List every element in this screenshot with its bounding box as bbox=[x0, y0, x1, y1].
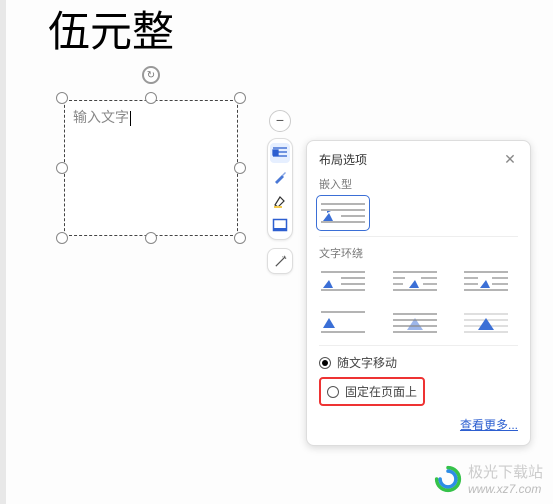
textbox[interactable]: 输入文字 bbox=[64, 100, 238, 236]
highlight-annotation: 固定在页面上 bbox=[319, 377, 425, 406]
watermark: 极光下载站 www.xz7.com bbox=[434, 461, 543, 496]
section-wrap-label: 文字环绕 bbox=[319, 245, 518, 261]
textbox-placeholder: 输入文字 bbox=[73, 107, 131, 127]
watermark-text-cn: 极光下载站 bbox=[468, 461, 543, 482]
resize-handle-tr[interactable] bbox=[234, 92, 246, 104]
behind-text-wrap-option[interactable] bbox=[391, 307, 439, 337]
rotation-handle-icon[interactable]: ↻ bbox=[142, 66, 160, 84]
text-cursor bbox=[130, 111, 131, 126]
collapse-button[interactable]: − bbox=[269, 110, 291, 132]
layout-options-panel: 布局选项 ✕ 嵌入型 文字环绕 bbox=[306, 140, 531, 446]
section-inline-label: 嵌入型 bbox=[319, 176, 518, 192]
divider bbox=[319, 345, 518, 346]
resize-handle-mr[interactable] bbox=[234, 162, 246, 174]
radio-unchecked-icon bbox=[327, 386, 339, 398]
brush-icon[interactable] bbox=[270, 167, 290, 187]
magic-icon[interactable] bbox=[267, 248, 293, 274]
wrap-options-grid bbox=[319, 267, 518, 337]
frame-icon[interactable] bbox=[270, 215, 290, 235]
resize-handle-br[interactable] bbox=[234, 232, 246, 244]
square-wrap-option[interactable] bbox=[319, 267, 367, 297]
layout-options-icon[interactable] bbox=[270, 143, 290, 163]
tool-group bbox=[267, 138, 293, 240]
tight-wrap-option[interactable] bbox=[391, 267, 439, 297]
resize-handle-tm[interactable] bbox=[145, 92, 157, 104]
see-more-row: 查看更多... bbox=[319, 416, 518, 433]
radio-checked-icon bbox=[319, 357, 331, 369]
panel-title: 布局选项 bbox=[319, 151, 367, 168]
divider bbox=[319, 236, 518, 237]
through-wrap-option[interactable] bbox=[462, 267, 510, 297]
resize-handle-tl[interactable] bbox=[56, 92, 68, 104]
resize-handle-bm[interactable] bbox=[145, 232, 157, 244]
floating-toolbar: − bbox=[266, 110, 294, 274]
radio-move-with-text[interactable]: 随文字移动 bbox=[319, 354, 518, 371]
top-bottom-wrap-option[interactable] bbox=[319, 307, 367, 337]
radio-fixed-on-page[interactable]: 固定在页面上 bbox=[327, 383, 417, 400]
document-title-text: 伍元整 bbox=[48, 0, 174, 59]
in-front-wrap-option[interactable] bbox=[462, 307, 510, 337]
textbox-selection[interactable]: ↻ 输入文字 bbox=[54, 90, 248, 246]
inline-text-option[interactable] bbox=[319, 198, 367, 228]
radio-move-label: 随文字移动 bbox=[337, 354, 397, 371]
highlight-icon[interactable] bbox=[270, 191, 290, 211]
resize-handle-ml[interactable] bbox=[56, 162, 68, 174]
radio-fixed-label: 固定在页面上 bbox=[345, 383, 417, 400]
see-more-link[interactable]: 查看更多... bbox=[460, 418, 518, 432]
close-icon[interactable]: ✕ bbox=[502, 151, 518, 168]
resize-handle-bl[interactable] bbox=[56, 232, 68, 244]
watermark-logo-icon bbox=[434, 465, 462, 493]
watermark-text-url: www.xz7.com bbox=[468, 482, 543, 496]
